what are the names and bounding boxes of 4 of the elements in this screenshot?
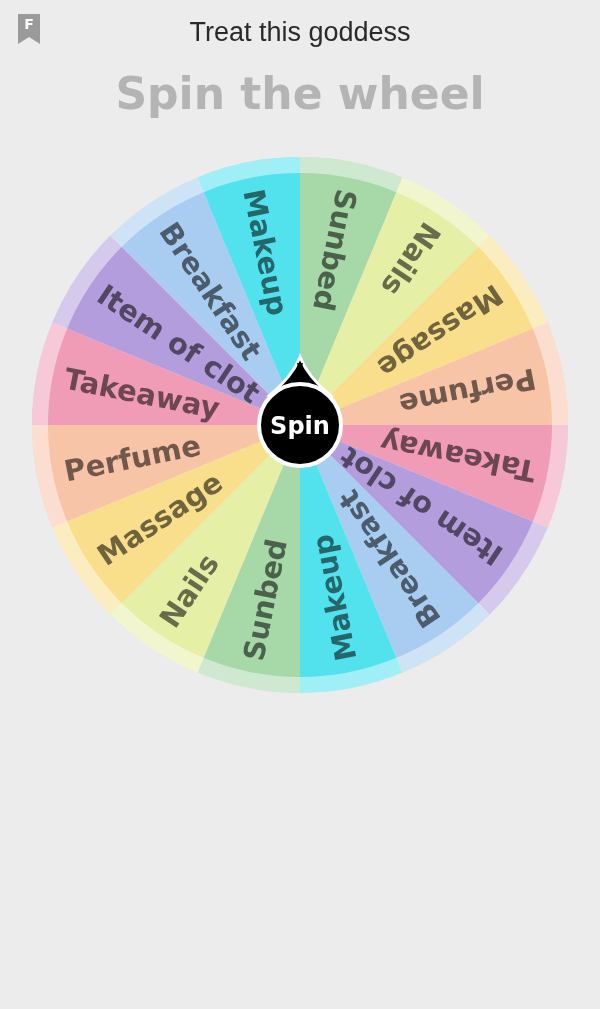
page-title: Treat this goddess [189, 16, 411, 48]
segment-label: Sunbed [236, 536, 294, 664]
heading: Spin the wheel [115, 68, 485, 119]
segment-label: Sunbed [306, 186, 364, 314]
